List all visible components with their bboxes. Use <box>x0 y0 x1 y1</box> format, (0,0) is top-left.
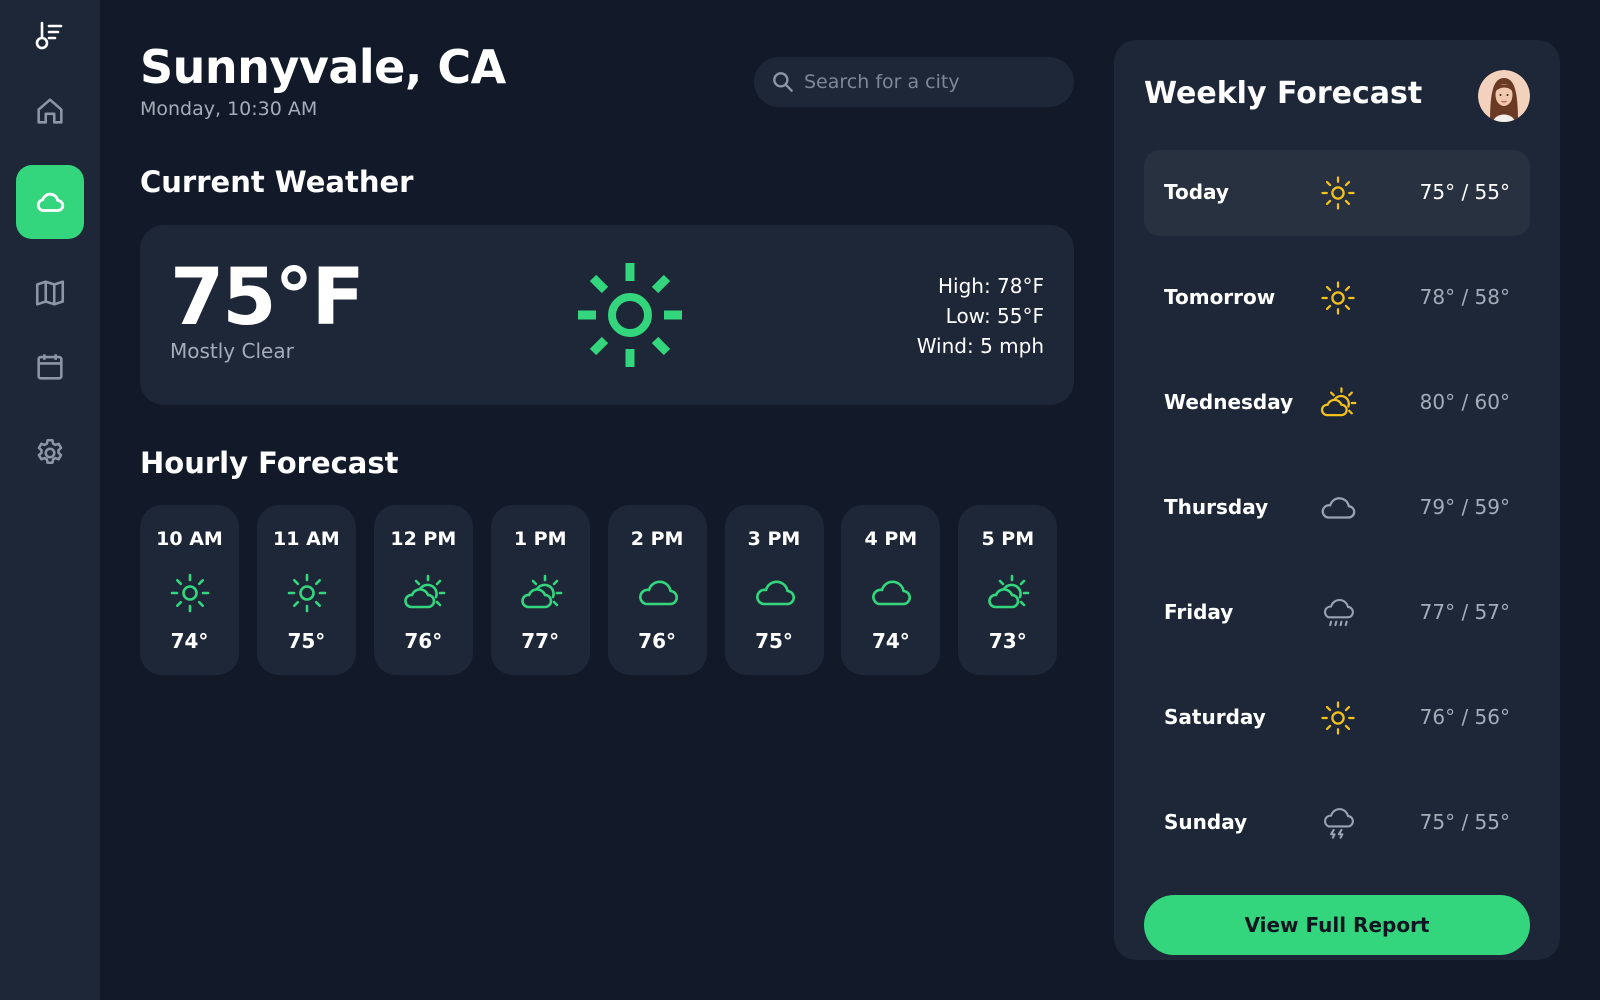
hourly-time: 12 PM <box>390 528 457 550</box>
day-temps: 75° / 55° <box>1419 180 1510 204</box>
day-name: Sunday <box>1164 810 1248 834</box>
partly-cloudy-icon <box>520 574 562 609</box>
hourly-temp: 74° <box>170 629 209 653</box>
hourly-temp: 73° <box>988 629 1027 653</box>
search-bar[interactable] <box>754 57 1074 107</box>
hourly-time: 3 PM <box>747 528 801 550</box>
partly-cloudy-icon <box>988 574 1030 609</box>
hourly-time: 1 PM <box>513 528 567 550</box>
wind-speed: Wind: 5 mph <box>916 334 1044 358</box>
day-temps: 80° / 60° <box>1419 390 1510 414</box>
cloud-icon <box>638 580 678 606</box>
weekly-forecast-panel: Weekly Forecast Today 75° / 55° Tomorrow … <box>1114 40 1560 960</box>
cloud-icon <box>872 580 912 606</box>
current-weather-heading: Current Weather <box>140 165 414 199</box>
hourly-time: 4 PM <box>864 528 918 550</box>
hourly-card[interactable]: 4 PM 74° <box>841 505 941 675</box>
hourly-card[interactable]: 5 PM 73° <box>958 505 1058 675</box>
partly-cloudy-icon <box>1320 387 1357 417</box>
hourly-time: 5 PM <box>981 528 1035 550</box>
cloud-icon <box>1321 497 1356 519</box>
calendar-icon <box>37 354 63 380</box>
day-name: Wednesday <box>1164 390 1294 414</box>
hourly-time: 11 AM <box>273 528 340 550</box>
sun-icon <box>1321 281 1355 315</box>
city-title: Sunnyvale, CA <box>140 40 506 94</box>
weekly-day-row[interactable]: Saturday 76° / 56° <box>1144 675 1530 761</box>
weekly-day-row[interactable]: Tomorrow 78° / 58° <box>1144 255 1530 341</box>
weekly-day-row[interactable]: Wednesday 80° / 60° <box>1144 360 1530 446</box>
storm-icon <box>1323 808 1354 839</box>
weekly-day-row[interactable]: Sunday 75° / 55° <box>1144 780 1530 866</box>
day-name: Thursday <box>1164 495 1269 519</box>
hourly-card[interactable]: 2 PM 76° <box>607 505 707 675</box>
day-temps: 77° / 57° <box>1419 600 1510 624</box>
thermometer-logo-icon <box>30 18 70 54</box>
hourly-card[interactable]: 1 PM 77° <box>490 505 590 675</box>
weekly-day-row[interactable]: Thursday 79° / 59° <box>1144 465 1530 551</box>
cloud-icon <box>755 580 795 606</box>
day-temps: 78° / 58° <box>1419 285 1510 309</box>
hourly-card[interactable]: 12 PM 76° <box>373 505 473 675</box>
weekly-day-row[interactable]: Today 75° / 55° <box>1144 150 1530 236</box>
sun-icon <box>170 573 210 613</box>
hourly-temp: 75° <box>287 629 326 653</box>
low-temp: Low: 55°F <box>945 304 1044 328</box>
home-icon <box>37 98 63 124</box>
hourly-temp: 74° <box>871 629 910 653</box>
search-icon <box>773 72 793 92</box>
sidebar-item-home[interactable] <box>16 74 84 148</box>
sun-icon <box>578 263 682 367</box>
current-date-time: Monday, 10:30 AM <box>140 98 318 120</box>
hourly-forecast-heading: Hourly Forecast <box>140 446 399 480</box>
sun-icon <box>287 573 327 613</box>
sidebar-item-calendar[interactable] <box>16 330 84 404</box>
hourly-time: 2 PM <box>630 528 684 550</box>
sidebar <box>0 0 100 1000</box>
day-name: Friday <box>1164 600 1234 624</box>
hourly-card[interactable]: 3 PM 75° <box>724 505 824 675</box>
current-weather-card: 75°F Mostly Clear High: 78°F Low: 55°F W… <box>140 225 1074 405</box>
hourly-card[interactable]: 10 AM 74° <box>140 505 239 675</box>
sidebar-item-map[interactable] <box>16 256 84 330</box>
weekly-day-row[interactable]: Friday 77° / 57° <box>1144 570 1530 656</box>
day-name: Saturday <box>1164 705 1266 729</box>
hourly-temp: 76° <box>404 629 443 653</box>
hourly-card[interactable]: 11 AM 75° <box>256 505 356 675</box>
current-stats: High: 78°F Low: 55°F Wind: 5 mph <box>917 271 1044 361</box>
sidebar-item-settings[interactable] <box>16 416 84 490</box>
avatar[interactable] <box>1478 70 1530 122</box>
day-temps: 76° / 56° <box>1419 705 1510 729</box>
hourly-temp: 75° <box>755 629 793 653</box>
hourly-temp: 77° <box>521 629 560 653</box>
hourly-time: 10 AM <box>156 528 223 550</box>
day-temps: 79° / 59° <box>1419 495 1510 519</box>
sidebar-item-weather[interactable] <box>16 165 84 239</box>
sun-icon <box>1321 176 1355 210</box>
view-full-report-button[interactable]: View Full Report <box>1144 895 1530 955</box>
map-icon <box>35 280 65 306</box>
day-temps: 75° / 55° <box>1419 810 1510 834</box>
cloud-icon <box>36 192 65 212</box>
current-condition: Mostly Clear <box>170 339 294 363</box>
search-input[interactable] <box>804 71 1054 93</box>
weekly-forecast-title: Weekly Forecast <box>1144 76 1423 111</box>
hourly-temp: 76° <box>638 629 677 653</box>
day-name: Today <box>1164 180 1229 204</box>
partly-cloudy-icon <box>404 574 446 609</box>
main-content: Sunnyvale, CA Monday, 10:30 AM Current W… <box>140 0 1074 1000</box>
current-temperature: 75°F <box>170 253 365 343</box>
sun-icon <box>1321 701 1355 735</box>
day-name: Tomorrow <box>1164 285 1276 309</box>
high-temp: High: 78°F <box>937 274 1044 298</box>
gear-icon <box>37 438 63 465</box>
rain-icon <box>1323 598 1354 627</box>
